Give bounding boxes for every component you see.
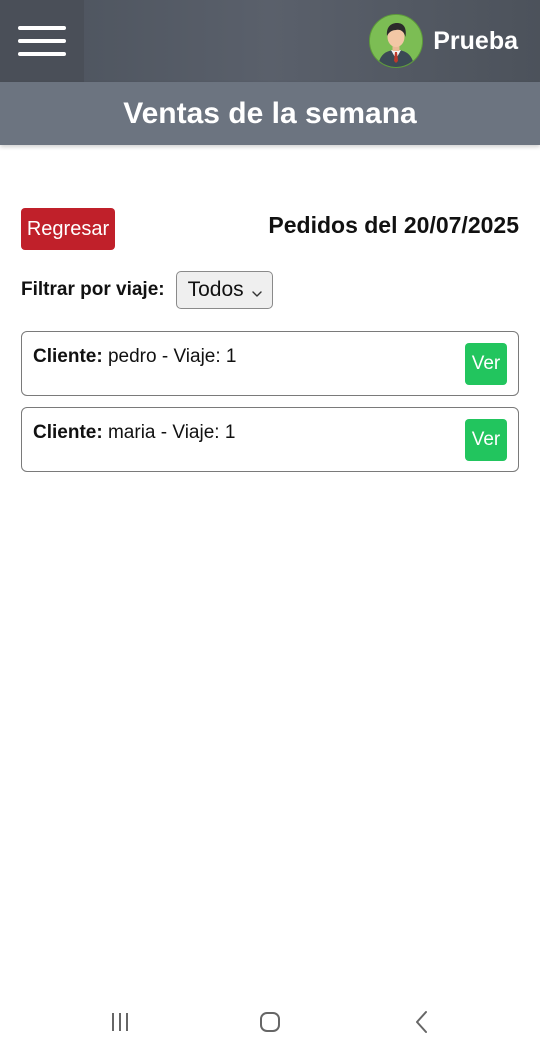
home-button[interactable]: [248, 1006, 292, 1042]
back-button[interactable]: Regresar: [21, 208, 115, 250]
view-order-button[interactable]: Ver: [465, 343, 507, 385]
order-card: Cliente: pedro - Viaje: 1 Ver: [21, 331, 519, 396]
client-label: Cliente:: [33, 422, 103, 443]
user-profile[interactable]: Prueba: [369, 14, 518, 68]
order-summary: Cliente: pedro - Viaje: 1: [33, 346, 237, 368]
user-name: Prueba: [433, 26, 518, 55]
client-name: maria: [107, 422, 156, 443]
trip-filter-value: Todos: [187, 278, 244, 301]
recent-apps-button[interactable]: [98, 1006, 142, 1042]
chevron-down-icon: [250, 283, 264, 297]
client-name: pedro: [107, 346, 157, 367]
back-icon: [410, 1010, 434, 1039]
user-avatar-icon: [369, 14, 424, 68]
page-header: Ventas de la semana: [0, 82, 540, 145]
hamburger-menu-icon: [18, 26, 66, 30]
client-label: Cliente:: [33, 346, 103, 367]
order-list: Cliente: pedro - Viaje: 1 Ver Cliente: m…: [21, 331, 519, 483]
filter-row: Filtrar por viaje: Todos: [21, 270, 273, 310]
hamburger-menu-icon-bar-2: [18, 39, 66, 43]
top-bar: Prueba: [0, 0, 540, 82]
view-order-button[interactable]: Ver: [465, 419, 507, 461]
system-back-button[interactable]: [400, 1006, 444, 1042]
orders-date-title: Pedidos del 20/07/2025: [268, 212, 519, 238]
trip-filter-select[interactable]: Todos: [175, 271, 273, 309]
home-icon: [258, 1010, 282, 1039]
page: Prueba Ventas de la semana Regresar Pedi…: [0, 0, 540, 1056]
trip-info: - Viaje: 1: [156, 346, 237, 367]
order-card: Cliente: maria - Viaje: 1 Ver: [21, 407, 519, 472]
filter-label: Filtrar por viaje:: [21, 279, 165, 300]
menu-button[interactable]: [0, 0, 84, 82]
page-title: Ventas de la semana: [123, 96, 417, 130]
recent-apps-icon: [108, 1010, 132, 1039]
hamburger-menu-icon-bar-3: [18, 52, 66, 56]
order-summary: Cliente: maria - Viaje: 1: [33, 422, 235, 444]
system-nav-bar: [0, 996, 540, 1056]
trip-info: - Viaje: 1: [155, 422, 236, 443]
